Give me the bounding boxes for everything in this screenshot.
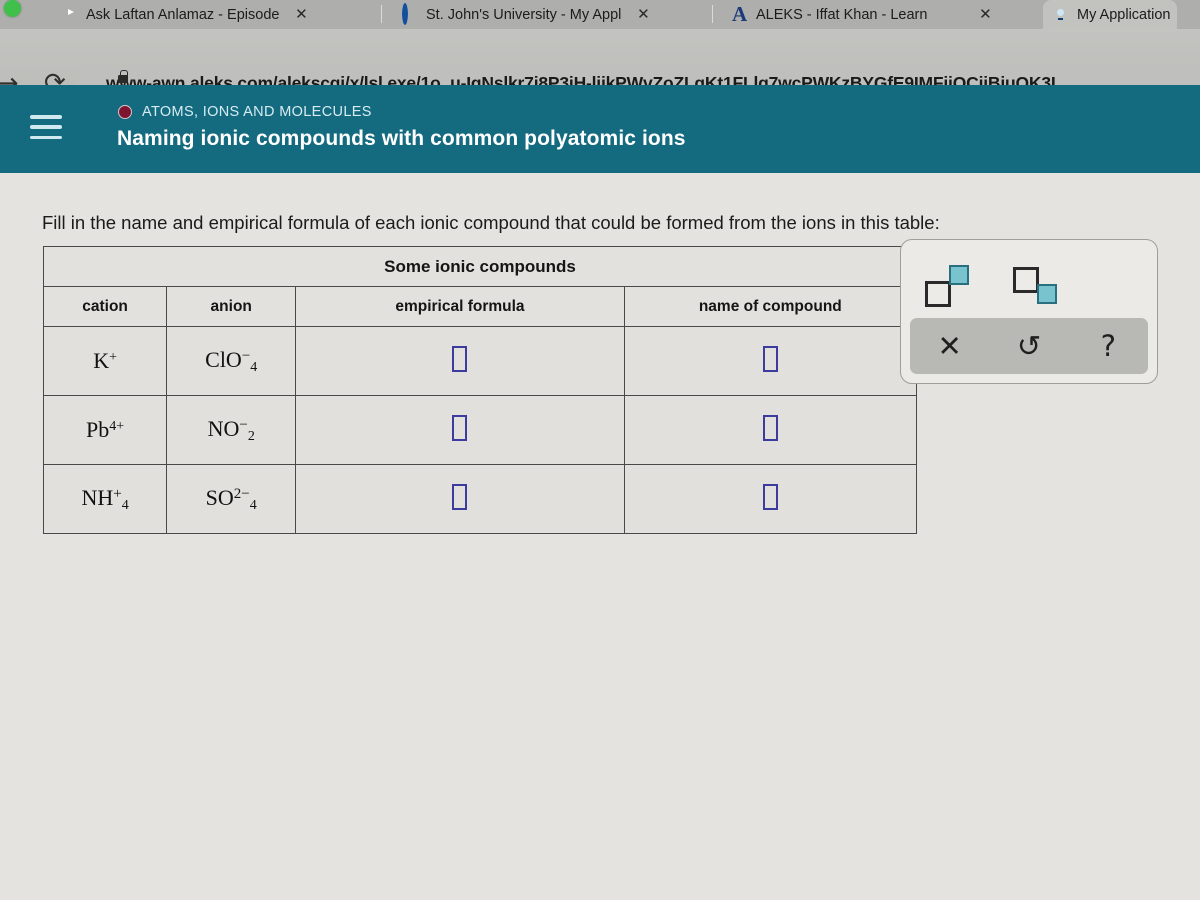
- browser-tab-3[interactable]: A ALEKS - Iffat Khan - Learn ✕: [722, 0, 998, 29]
- column-header-cation: cation: [42, 286, 168, 327]
- answer-tool-palette: ✕ ↺ ?: [900, 239, 1158, 384]
- cation-formula: Pb4+: [86, 417, 125, 442]
- help-button[interactable]: ?: [1076, 331, 1140, 361]
- tab-title: Ask Laftan Anlamaz - Episode: [86, 6, 280, 23]
- cell-anion: SO2−4: [166, 464, 297, 534]
- hamburger-icon[interactable]: [30, 115, 62, 139]
- browser-tab-2[interactable]: St. John's University - My Appl ✕: [392, 0, 656, 29]
- question-prompt: Fill in the name and empirical formula o…: [42, 212, 940, 233]
- browser-tab-1[interactable]: Ask Laftan Anlamaz - Episode ✕: [52, 0, 314, 29]
- topic-row: ATOMS, IONS AND MOLECULES: [118, 104, 372, 120]
- browser-tab-4[interactable]: My Application: [1043, 0, 1177, 29]
- table-caption-row: Some ionic compounds: [43, 246, 917, 287]
- table-row: Pb4+ NO−2: [42, 395, 918, 465]
- cation-formula: NH+4: [81, 484, 129, 513]
- cation-formula: K+: [93, 348, 117, 373]
- cell-cation: NH+4: [42, 464, 168, 534]
- table-caption: Some ionic compounds: [43, 246, 917, 287]
- tab-title: My Application: [1077, 6, 1171, 23]
- tab-divider: [381, 5, 382, 23]
- anion-formula: ClO−4: [205, 346, 258, 375]
- cell-cation: K+: [42, 326, 168, 396]
- empirical-formula-input[interactable]: [452, 345, 468, 372]
- palette-action-row: ✕ ↺ ?: [910, 318, 1148, 374]
- tab-close-button[interactable]: ✕: [294, 7, 308, 22]
- stjohns-ring-icon: [402, 3, 419, 25]
- youtube-icon: [62, 6, 79, 23]
- table-header-row: cation anion empirical formula name of c…: [42, 286, 918, 327]
- window-maximize-button[interactable]: [4, 0, 21, 17]
- empirical-formula-input[interactable]: [452, 483, 468, 510]
- cell-cation: Pb4+: [42, 395, 168, 465]
- anion-formula: NO−2: [207, 415, 255, 444]
- empirical-formula-input[interactable]: [452, 414, 468, 441]
- lightbulb-icon: [1053, 6, 1070, 23]
- column-header-empirical-formula: empirical formula: [295, 286, 625, 327]
- cell-name-of-compound[interactable]: [623, 326, 918, 396]
- aleks-header: ATOMS, IONS AND MOLECULES Naming ionic c…: [0, 85, 1200, 173]
- cell-anion: NO−2: [166, 395, 297, 465]
- palette-format-row: [901, 256, 1157, 316]
- subscript-icon[interactable]: [1011, 264, 1075, 308]
- cell-empirical-formula[interactable]: [295, 464, 625, 534]
- topic-label: ATOMS, IONS AND MOLECULES: [142, 104, 372, 120]
- ionic-compounds-table: Some ionic compounds cation anion empiri…: [42, 246, 918, 534]
- name-of-compound-input[interactable]: [762, 345, 778, 372]
- column-header-anion: anion: [166, 286, 297, 327]
- cell-empirical-formula[interactable]: [295, 395, 625, 465]
- tab-close-button[interactable]: ✕: [636, 7, 650, 22]
- undo-button[interactable]: ↺: [997, 331, 1061, 361]
- lock-icon: [118, 70, 128, 83]
- clear-button[interactable]: ✕: [918, 331, 982, 361]
- tab-title: St. John's University - My Appl: [426, 6, 622, 23]
- name-of-compound-input[interactable]: [762, 414, 778, 441]
- cell-name-of-compound[interactable]: [623, 464, 918, 534]
- tab-divider: [712, 5, 713, 23]
- column-header-name-of-compound: name of compound: [623, 286, 918, 327]
- anion-formula: SO2−4: [205, 484, 257, 513]
- browser-tabstrip: Ask Laftan Anlamaz - Episode ✕ St. John'…: [0, 0, 1200, 29]
- question-body: Fill in the name and empirical formula o…: [0, 173, 1200, 900]
- browser-chrome: Ask Laftan Anlamaz - Episode ✕ St. John'…: [0, 0, 1200, 99]
- cell-name-of-compound[interactable]: [623, 395, 918, 465]
- tab-title: ALEKS - Iffat Khan - Learn: [756, 6, 928, 23]
- aleks-a-icon: A: [732, 2, 748, 26]
- superscript-icon[interactable]: [923, 264, 987, 308]
- table-row: K+ ClO−4: [42, 326, 918, 396]
- tab-close-button[interactable]: ✕: [978, 7, 992, 22]
- cell-anion: ClO−4: [166, 326, 297, 396]
- browser-toolbar: → ⟳ www-awn.aleks.com/alekscgi/x/lsl.exe…: [0, 29, 1200, 99]
- name-of-compound-input[interactable]: [762, 483, 778, 510]
- topic-dot-icon: [118, 105, 132, 119]
- table-row: NH+4 SO2−4: [42, 464, 918, 534]
- page-title: Naming ionic compounds with common polya…: [117, 127, 686, 150]
- cell-empirical-formula[interactable]: [295, 326, 625, 396]
